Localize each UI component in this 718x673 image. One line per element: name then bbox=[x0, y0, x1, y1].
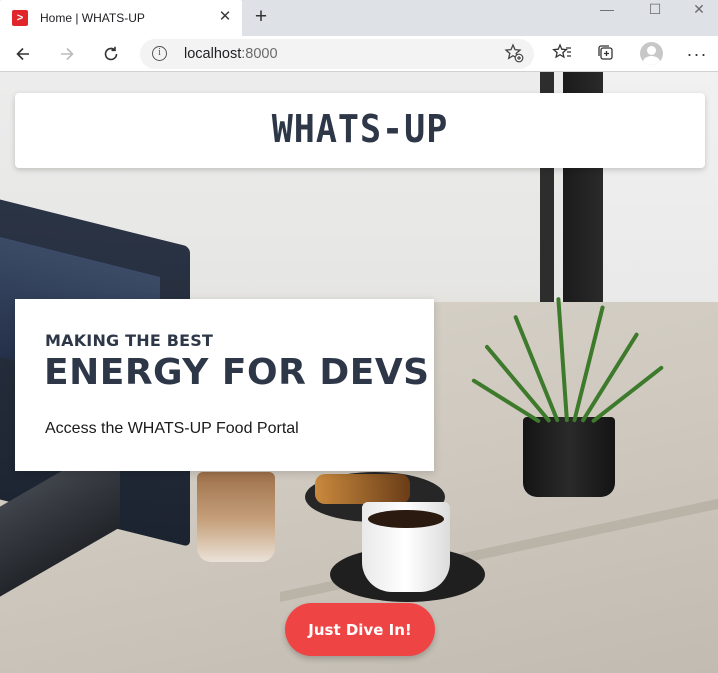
tab-title: Home | WHATS-UP bbox=[40, 11, 145, 25]
bg-coffee bbox=[368, 510, 444, 528]
refresh-icon[interactable] bbox=[97, 41, 125, 67]
bg-iced-latte bbox=[197, 472, 275, 562]
site-header: WHATS-UP bbox=[15, 93, 705, 168]
hero-card: MAKING THE BEST ENERGY FOR DEVS Access t… bbox=[15, 299, 434, 471]
close-window-button[interactable]: ✕ bbox=[680, 0, 718, 24]
url-host: localhost bbox=[184, 46, 242, 62]
hero-title: ENERGY FOR DEVS bbox=[44, 352, 430, 393]
more-menu-icon[interactable]: ··· bbox=[685, 43, 709, 65]
url-text[interactable]: localhost:8000 bbox=[184, 46, 278, 62]
just-dive-in-button[interactable]: Just Dive In! bbox=[285, 603, 435, 656]
address-bar[interactable]: i localhost:8000 bbox=[140, 39, 534, 69]
url-port: :8000 bbox=[241, 46, 278, 62]
new-tab-button[interactable]: + bbox=[250, 6, 272, 28]
forward-icon[interactable] bbox=[53, 41, 81, 67]
site-favicon-icon: > bbox=[12, 10, 28, 26]
minimize-button[interactable]: — bbox=[584, 0, 630, 24]
browser-navbar: i localhost:8000 ··· bbox=[0, 36, 718, 72]
page-viewport: WHATS-UP MAKING THE BEST ENERGY FOR DEVS… bbox=[0, 72, 718, 673]
favorites-icon[interactable] bbox=[550, 43, 574, 65]
hero-subtitle: MAKING THE BEST bbox=[45, 331, 214, 350]
bg-dessert bbox=[315, 474, 410, 504]
brand-logo-text[interactable]: WHATS-UP bbox=[15, 108, 705, 152]
back-icon[interactable] bbox=[9, 41, 37, 67]
browser-tab-active[interactable]: > Home | WHATS-UP ✕ bbox=[0, 0, 242, 36]
favorite-add-icon[interactable] bbox=[504, 43, 524, 68]
collections-icon[interactable] bbox=[594, 43, 618, 65]
bg-plant-pot bbox=[523, 417, 615, 497]
info-icon[interactable]: i bbox=[152, 46, 167, 61]
profile-avatar-icon[interactable] bbox=[640, 42, 663, 65]
maximize-button[interactable]: ☐ bbox=[632, 0, 678, 24]
tab-close-icon[interactable]: ✕ bbox=[216, 8, 234, 26]
browser-titlebar: > Home | WHATS-UP ✕ + — ☐ ✕ bbox=[0, 0, 718, 36]
hero-description: Access the WHATS-UP Food Portal bbox=[45, 420, 299, 437]
